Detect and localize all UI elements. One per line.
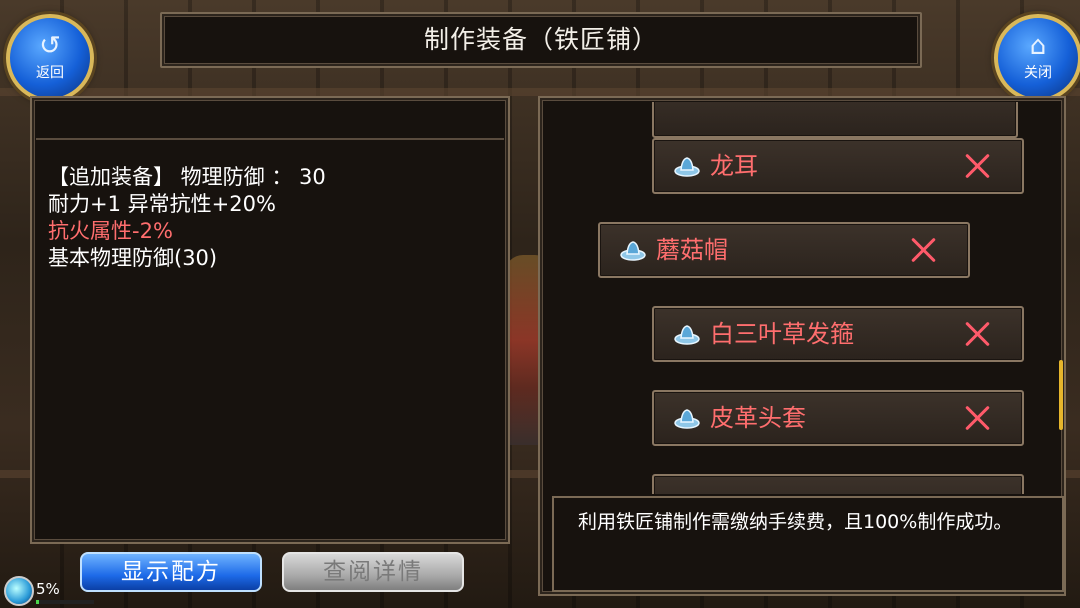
item-name: 龙耳 — [710, 152, 758, 180]
info-header-strip — [36, 102, 504, 140]
page-title: 制作装备（铁匠铺） — [423, 25, 658, 54]
equipment-info-panel: 【追加装备】 物理防御 ： 30 耐力+1 异常抗性+20% 抗火属性-2% 基… — [30, 96, 510, 544]
title-bar: 制作装备（铁匠铺） — [160, 12, 922, 68]
status-progress-bar — [36, 600, 94, 604]
close-x-icon[interactable] — [964, 320, 992, 348]
hat-icon — [674, 325, 700, 345]
view-details-button[interactable]: 查阅详情 — [282, 552, 464, 592]
info-line-bonus: 【追加装备】 物理防御 ： 30 — [48, 165, 326, 189]
list-item[interactable]: 白三叶草发箍 — [652, 306, 1024, 362]
list-item-partial-bottom[interactable] — [652, 474, 1024, 494]
back-arrow-icon: ↺ — [39, 31, 61, 61]
status-orb-icon — [4, 576, 34, 606]
info-line-stats: 耐力+1 异常抗性+20% — [48, 192, 276, 216]
list-item-partial-top[interactable] — [652, 102, 1018, 138]
item-name: 皮革头套 — [710, 404, 806, 432]
list-item[interactable]: 龙耳 — [652, 138, 1024, 194]
item-name: 白三叶草发箍 — [710, 320, 854, 348]
hat-icon — [674, 409, 700, 429]
back-button[interactable]: ↺ 返回 — [6, 14, 94, 102]
list-item[interactable]: 蘑菇帽 — [598, 222, 970, 278]
list-scrollbar[interactable] — [1059, 360, 1063, 430]
info-line-base-defense: 基本物理防御(30) — [48, 246, 218, 270]
hat-icon — [620, 241, 646, 261]
description-box: 利用铁匠铺制作需缴纳手续费，且100%制作成功。 — [552, 496, 1064, 592]
info-line-fire-resist: 抗火属性-2% — [48, 219, 173, 243]
hat-icon — [674, 157, 700, 177]
list-item[interactable]: 皮革头套 — [652, 390, 1024, 446]
close-button[interactable]: ⌂ 关闭 — [994, 14, 1080, 102]
status-progress-fill — [36, 600, 39, 604]
item-name: 蘑菇帽 — [656, 236, 728, 264]
home-icon: ⌂ — [1029, 31, 1047, 61]
show-recipe-button[interactable]: 显示配方 — [80, 552, 262, 592]
equipment-list[interactable]: 龙耳 蘑菇帽 白三叶草发箍 皮革头套 — [544, 102, 1060, 494]
close-label: 关闭 — [1024, 65, 1052, 81]
status-percent: 5% — [36, 580, 60, 598]
close-x-icon[interactable] — [964, 404, 992, 432]
close-x-icon[interactable] — [964, 152, 992, 180]
info-lines: 【追加装备】 物理防御 ： 30 耐力+1 异常抗性+20% 抗火属性-2% 基… — [48, 164, 326, 272]
back-label: 返回 — [36, 65, 64, 81]
close-x-icon[interactable] — [910, 236, 938, 264]
description-text: 利用铁匠铺制作需缴纳手续费，且100%制作成功。 — [578, 511, 1013, 533]
